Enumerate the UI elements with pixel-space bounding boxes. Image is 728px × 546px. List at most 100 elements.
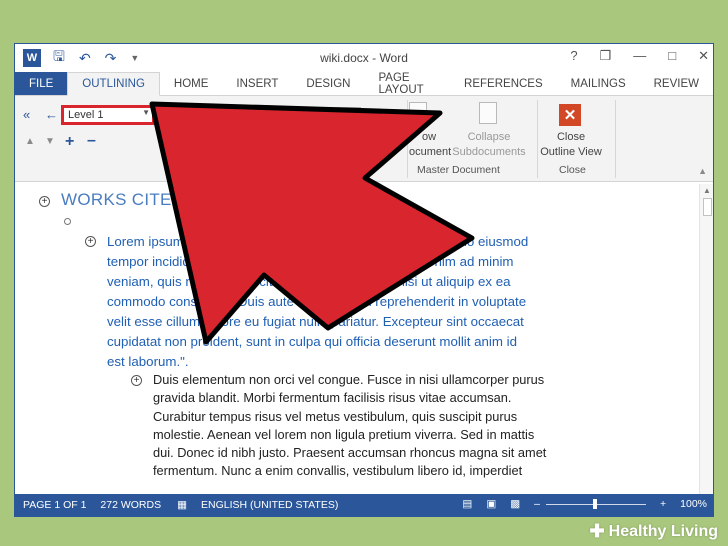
close-outline-view-button[interactable]: Close Outline View (535, 130, 607, 160)
text-line: dui. Donec id nibh justo. Praesent accum… (153, 445, 547, 461)
collapse-subdocuments-icon (479, 102, 497, 124)
tab-references[interactable]: REFERENCES (450, 72, 557, 95)
collapse-ribbon-icon[interactable]: ▲ (698, 166, 707, 176)
expand-icon[interactable]: + (65, 133, 74, 151)
close-outline-icon: ✕ (559, 104, 581, 126)
text-line: veniam, quis nostrud exercitation ullamc… (107, 274, 511, 289)
collapse-subdocuments-button[interactable]: Collapse Subdocuments (447, 130, 531, 160)
tab-home[interactable]: HOME (160, 72, 223, 95)
show-document-button[interactable]: ow ocument (409, 130, 452, 160)
text-line: tempor incididunt ut labore et dolore ma… (107, 254, 514, 269)
save-icon[interactable]: 🖫 (53, 46, 65, 70)
tab-outlining[interactable]: OUTLINING (67, 72, 160, 96)
text-line: Lorem ipsum dolor sit amet, consectetur … (107, 234, 529, 249)
text-line: est laborum.". (107, 354, 189, 369)
page-count[interactable]: PAGE 1 OF 1 (23, 499, 86, 511)
document-area[interactable]: + WORKS CITED + Lorem ipsum dolor sit am… (15, 184, 713, 494)
text-line: commodo consequat. Duis aute irure dolor… (107, 294, 527, 309)
show-level-control: Show Level: All Levels ▼ (209, 107, 361, 125)
text-line: fermentum. Nunc a enim convallis, vestib… (153, 463, 523, 479)
watermark-text: Healthy Living (608, 522, 718, 540)
show-level-label: Show Level: (209, 110, 269, 122)
watermark: ✚ Healthy Living (590, 521, 718, 542)
ribbon-display-button[interactable]: ❒ (600, 48, 612, 64)
zoom-control: ▤ ▣ ▩ – + 100% (454, 498, 707, 510)
zoom-slider[interactable] (546, 498, 646, 509)
vertical-scrollbar[interactable]: ▲ (699, 184, 713, 494)
scroll-up-icon[interactable]: ▲ (703, 186, 711, 195)
demote-to-body-icon[interactable]: » (183, 107, 190, 122)
group-label-close: Close (559, 164, 586, 176)
collapse-label-1: Collapse (467, 131, 511, 143)
customize-toolbar-icon[interactable]: ▼ (130, 53, 139, 63)
status-bar: PAGE 1 OF 1 272 WORDS ▦ ENGLISH (UNITED … (15, 494, 713, 516)
tab-mailings[interactable]: MAILINGS (557, 72, 640, 95)
web-layout-icon[interactable]: ▩ (510, 498, 520, 510)
title-bar: W 🖫 ↶ ↷ ▼ wiki.docx - Word ? ❒ — □ ✕ (15, 44, 713, 72)
show-document-label-1: ow (421, 131, 437, 143)
chevron-down-icon: ▼ (142, 108, 150, 117)
undo-icon[interactable]: ↶ (79, 50, 91, 67)
tab-design[interactable]: DESIGN (292, 72, 364, 95)
tab-page-layout[interactable]: PAGE LAYOUT (364, 72, 450, 96)
outline-expand-icon[interactable]: + (85, 236, 96, 247)
text-line: molestie. Aenean vel lorem non ligula pr… (153, 426, 535, 442)
move-down-icon[interactable]: ▼ (45, 136, 55, 147)
collapse-icon[interactable]: – (87, 132, 96, 150)
body-paragraph-1: Lorem ipsum dolor sit amet, consectetur … (107, 232, 587, 372)
promote-to-heading-icon[interactable]: « (23, 107, 30, 122)
minimize-button[interactable]: — (633, 48, 646, 64)
tab-review[interactable]: REVIEW (640, 72, 713, 95)
text-line: Duis elementum non orci vel congue. Fusc… (153, 372, 545, 387)
group-label-outline-tools: Outli (167, 164, 189, 176)
word-app-icon: W (23, 49, 41, 67)
text-line: velit esse cillum dolore eu fugiat nulla… (107, 314, 524, 329)
body-paragraph-2: Duis elementum non orci vel congue. Fusc… (153, 371, 593, 481)
quick-access-toolbar: 🖫 ↶ ↷ ▼ (53, 46, 139, 70)
ribbon-tabs: FILE OUTLINING HOME INSERT DESIGN PAGE L… (15, 72, 713, 96)
outline-level-value: Level 1 (68, 109, 104, 121)
help-button[interactable]: ? (570, 48, 577, 64)
read-mode-icon[interactable]: ▤ (462, 498, 472, 510)
text-line: Curabitur tempus risus vel metus vestibu… (153, 408, 518, 424)
empty-paragraph-bullet-icon (64, 218, 71, 225)
zoom-level[interactable]: 100% (680, 498, 707, 510)
outline-level-select[interactable]: Level 1 ▼ (61, 105, 155, 125)
promote-icon[interactable]: ← (45, 107, 58, 122)
close-label-2: Outline View (540, 146, 602, 158)
word-window: W 🖫 ↶ ↷ ▼ wiki.docx - Word ? ❒ — □ ✕ FIL… (14, 43, 714, 517)
maximize-button[interactable]: □ (668, 48, 676, 64)
group-label-master-document: Master Document (417, 164, 500, 176)
plus-logo-icon: ✚ (589, 521, 605, 541)
ribbon: « ← Level 1 ▼ → » ▲ ▼ + – Show Level: Al… (15, 96, 713, 182)
chevron-down-icon: ▼ (349, 109, 357, 118)
demote-icon[interactable]: → (163, 107, 176, 122)
close-label-1: Close (556, 131, 586, 143)
print-layout-icon[interactable]: ▣ (486, 498, 496, 510)
tab-insert[interactable]: INSERT (222, 72, 292, 95)
ribbon-separator (615, 100, 616, 178)
move-up-icon[interactable]: ▲ (25, 136, 35, 147)
show-document-label-2: ocument (409, 146, 452, 158)
proofing-icon[interactable]: ▦ (177, 499, 187, 511)
word-count[interactable]: 272 WORDS (100, 499, 161, 511)
show-level-value: All Levels (276, 109, 325, 121)
tab-file[interactable]: FILE (15, 72, 68, 95)
zoom-slider-knob[interactable] (593, 498, 597, 509)
redo-icon[interactable]: ↷ (105, 50, 117, 67)
heading-works-cited: WORKS CITED (61, 190, 185, 209)
window-controls: ? ❒ — □ ✕ (570, 48, 709, 64)
close-window-button[interactable]: ✕ (698, 48, 709, 64)
outline-expand-icon[interactable]: + (39, 196, 50, 207)
outline-expand-icon[interactable]: + (131, 375, 142, 386)
collapse-label-2: Subdocuments (452, 146, 526, 158)
language-indicator[interactable]: ENGLISH (UNITED STATES) (201, 499, 338, 511)
ribbon-separator (407, 100, 408, 178)
scrollbar-thumb[interactable] (703, 198, 712, 216)
text-line: cupidatat non proident, sunt in culpa qu… (107, 334, 517, 349)
zoom-in-button[interactable]: + (660, 498, 666, 510)
text-line: gravida blandit. Morbi fermentum facilis… (153, 390, 512, 406)
show-level-select[interactable]: All Levels ▼ (272, 107, 361, 125)
show-document-icon (409, 102, 427, 124)
zoom-out-button[interactable]: – (534, 498, 540, 510)
